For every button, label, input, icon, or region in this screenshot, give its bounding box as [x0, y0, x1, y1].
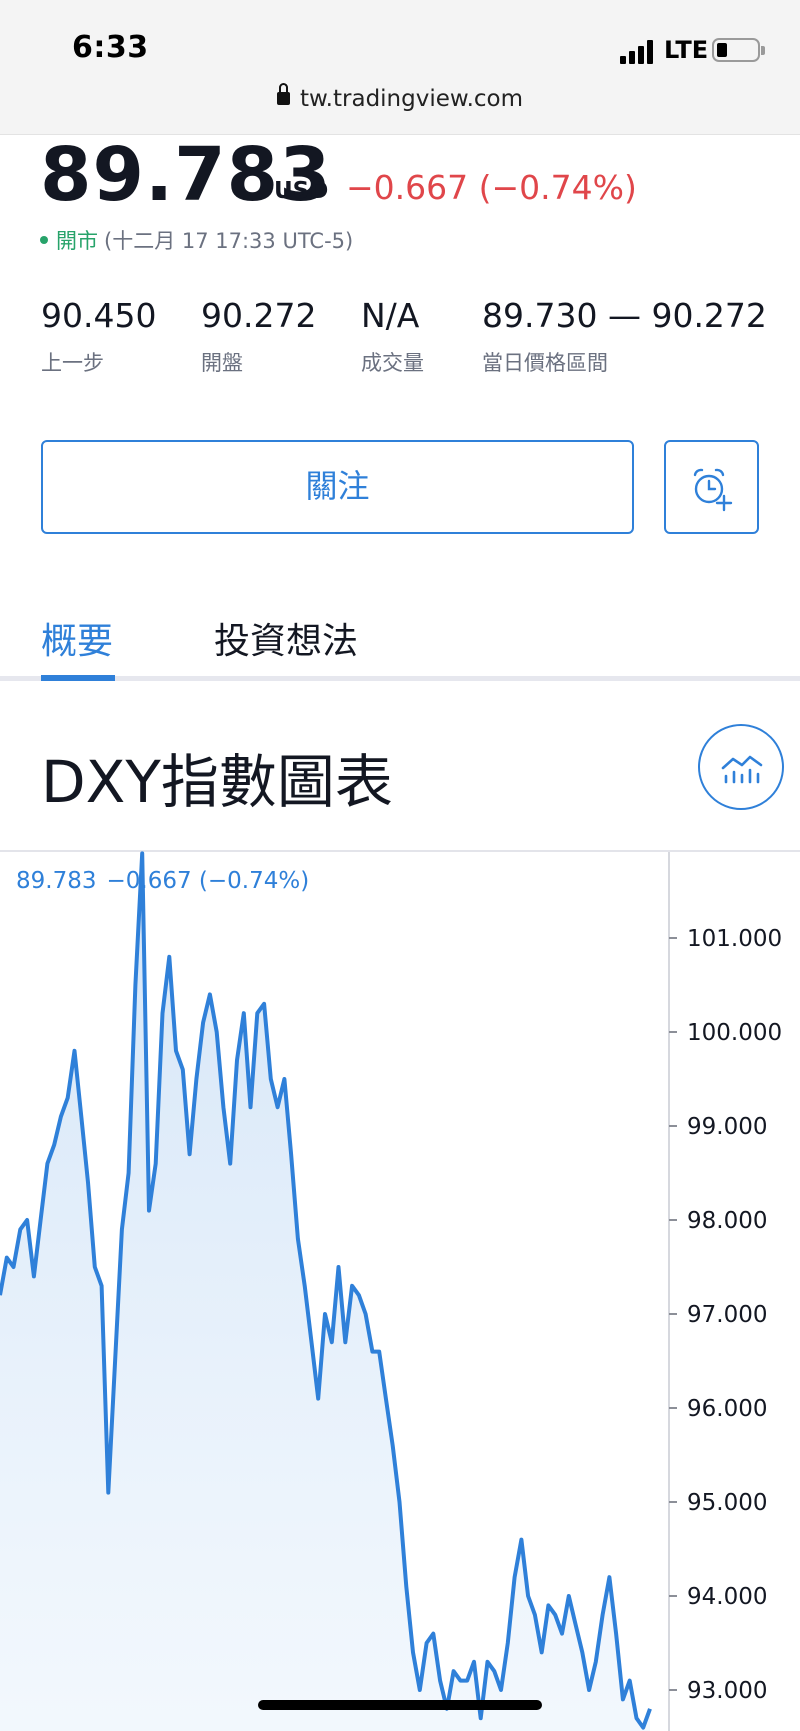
legend-value: 89.783 — [16, 868, 97, 894]
y-tick-label: 99.000 — [687, 1114, 767, 1140]
y-tick-label: 93.000 — [687, 1678, 767, 1704]
y-tick-label: 100.000 — [687, 1020, 782, 1046]
price-area-fill — [0, 853, 650, 1731]
y-tick-label: 97.000 — [687, 1302, 767, 1328]
y-tick-label: 96.000 — [687, 1396, 767, 1422]
y-tick-label: 101.000 — [687, 926, 782, 952]
y-tick-label: 98.000 — [687, 1208, 767, 1234]
legend-change: −0.667 (−0.74%) — [106, 868, 310, 894]
y-tick-label: 94.000 — [687, 1584, 767, 1610]
chart-legend: 89.783 −0.667 (−0.74%) — [16, 868, 319, 894]
y-tick-label: 95.000 — [687, 1490, 767, 1516]
home-indicator — [258, 1700, 542, 1710]
price-chart[interactable]: 101.000 100.000 99.000 98.000 97.000 96.000 95… — [0, 0, 800, 1731]
